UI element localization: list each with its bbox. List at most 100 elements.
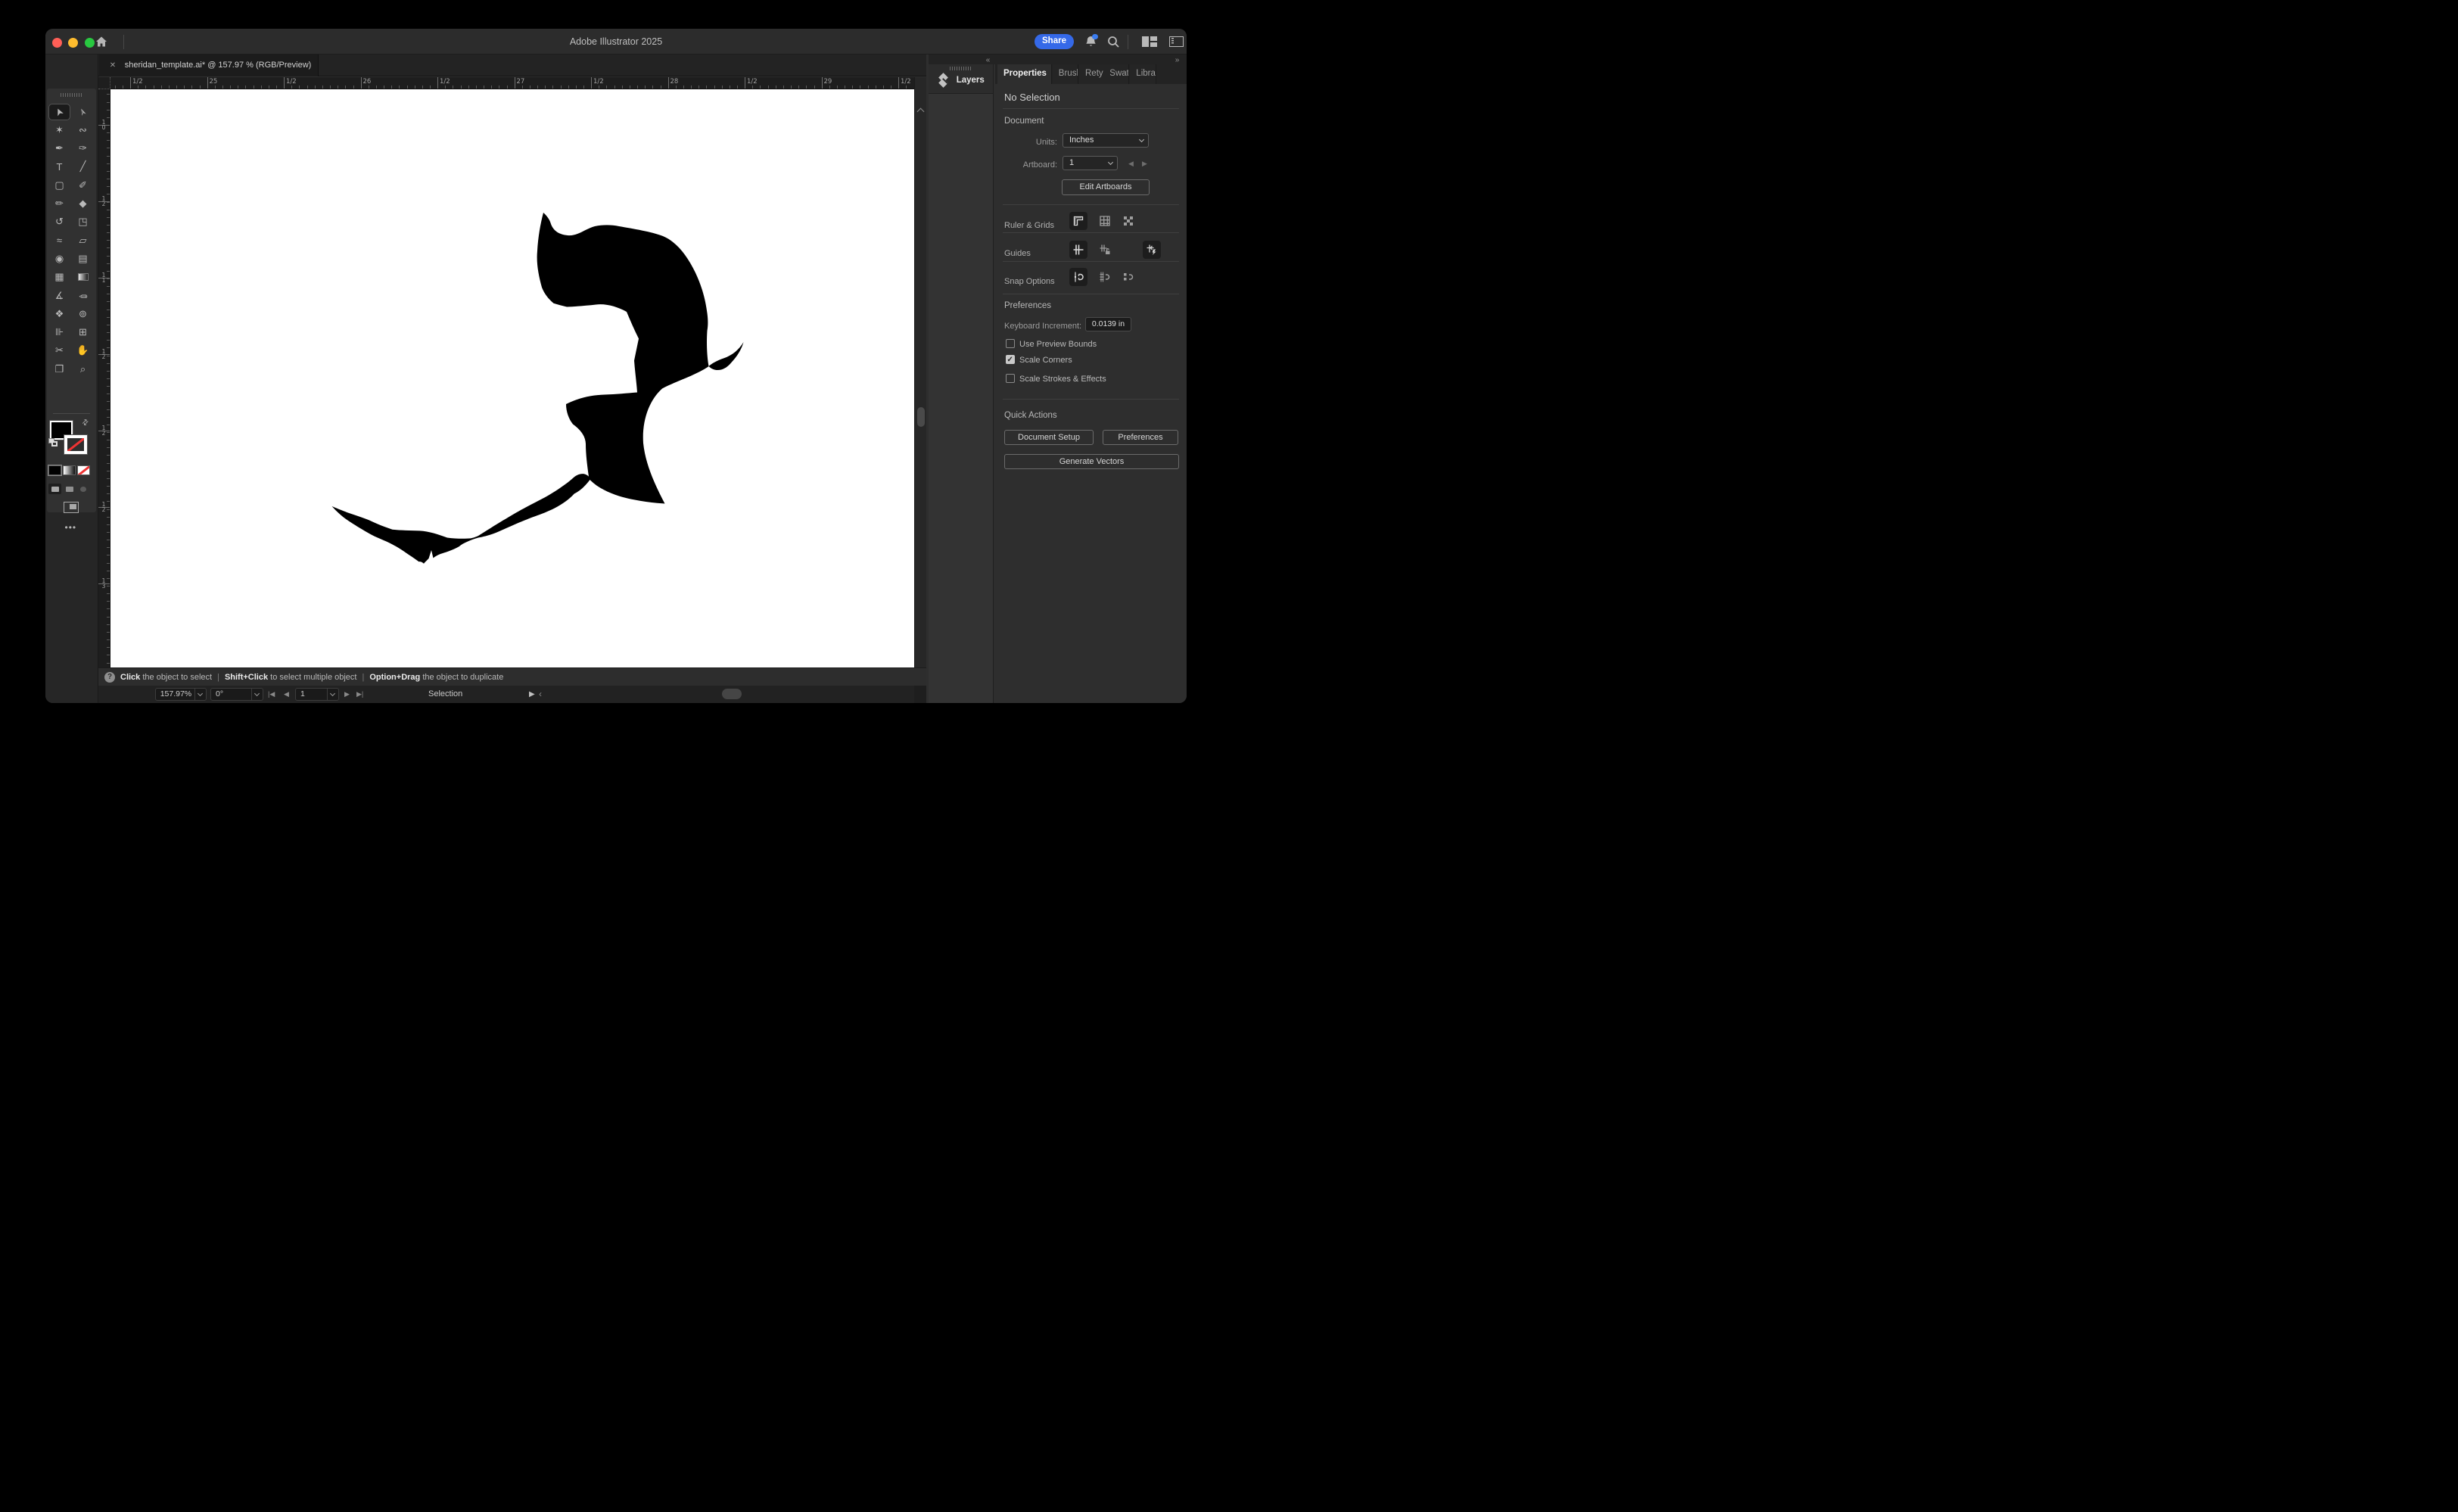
tab-properties[interactable]: Properties [997,64,1052,84]
show-rulers-button[interactable] [1069,212,1087,230]
draw-behind-button[interactable] [63,484,76,494]
checkbox-scale-strokes-effects[interactable] [1006,374,1015,383]
gradient-tool[interactable] [72,269,94,285]
artboard-tool[interactable]: ⊞ [72,324,94,341]
zoom-level-select[interactable]: 157.97% [155,688,207,701]
column-graph-tool[interactable]: ⊪ [48,324,70,341]
none-fill-button[interactable] [77,465,90,475]
ruler-origin-corner[interactable] [98,77,110,89]
mesh-tool[interactable]: ▦ [48,269,70,285]
zoom-tool[interactable]: ⌕ [72,361,94,378]
snap-to-point-button[interactable] [1069,268,1087,286]
toolbar-drag-handle[interactable] [61,93,83,97]
default-fill-stroke-icon[interactable] [48,438,59,447]
selection-tool[interactable]: ➤ [48,104,70,120]
magic-wand-tool[interactable]: ✶ [48,122,70,138]
pencil-tool[interactable]: ✏ [48,195,70,212]
artboard-canvas[interactable] [110,89,914,668]
curvature-tool[interactable]: ✑ [72,140,94,157]
next-artboard-button[interactable]: ▶ [344,686,350,703]
slice-tool[interactable]: ✂ [48,342,70,359]
help-icon[interactable]: ? [104,672,115,683]
last-artboard-button[interactable]: ▶| [356,686,363,703]
scroll-left-icon[interactable]: ‹ [539,686,542,703]
rectangle-tool[interactable]: ▢ [48,177,70,194]
smart-guides-button[interactable] [1143,241,1161,259]
document-tab[interactable]: ✕ sheridan_template.ai* @ 157.97 % (RGB/… [99,54,319,77]
collapse-dock-left-icon[interactable]: « [986,56,990,64]
zoom-level-chevron-icon[interactable] [194,689,206,700]
generate-vectors-button[interactable]: Generate Vectors [1004,454,1179,469]
width-tool[interactable]: ≈ [48,232,70,249]
rotation-select[interactable]: 0° [210,688,263,701]
expand-dock-icon[interactable]: » [1175,56,1179,64]
show-grid-button[interactable] [1096,212,1114,230]
lock-guides-button[interactable] [1096,241,1114,259]
panel-toggle-icon[interactable] [1169,36,1184,47]
paintbrush-tool[interactable]: ✐ [72,177,94,194]
print-tiling-tool[interactable]: ❐ [48,361,70,378]
artboard-chevron-icon[interactable] [327,689,338,700]
artboard-select[interactable]: 1 [1063,156,1118,170]
swap-fill-stroke-icon[interactable]: ⇄ [80,418,91,428]
show-transparency-grid-button[interactable] [1119,212,1137,230]
layers-drag-handle[interactable] [950,67,972,70]
checkbox-scale-corners[interactable]: ✓ [1006,355,1015,364]
share-button[interactable]: Share [1035,34,1074,49]
lasso-tool[interactable]: ∾ [72,122,94,138]
symbol-sprayer-tool[interactable]: ⊚ [72,306,94,322]
eyedropper-tool[interactable]: ✎ [72,288,94,304]
eraser-tool[interactable]: ◆ [72,195,94,212]
vertical-scrollbar[interactable] [914,77,927,686]
tab-swat[interactable]: Swat [1103,64,1129,84]
draw-inside-button[interactable] [77,484,90,494]
rotate-tool[interactable]: ↺ [48,213,70,230]
units-select[interactable]: Inches [1063,133,1149,148]
artboard-number-select[interactable]: 1 [295,688,339,701]
tab-brush[interactable]: Brush [1053,64,1078,84]
keyboard-increment-input[interactable]: 0.0139 in [1085,317,1131,331]
scale-tool[interactable]: ◳ [72,213,94,230]
scroll-up-icon[interactable] [917,107,925,115]
layers-panel-header[interactable]: Layers [929,64,993,94]
stroke-color-swatch[interactable] [64,435,87,454]
blend-tool[interactable]: ❖ [48,306,70,322]
workspace-switcher-icon[interactable] [1142,36,1157,47]
vertical-scroll-thumb[interactable] [917,407,925,427]
perspective-grid-tool[interactable]: ▤ [72,250,94,267]
draw-normal-button[interactable] [48,484,61,494]
change-screen-mode-button[interactable] [64,502,79,513]
document-setup-button[interactable]: Document Setup [1004,430,1094,445]
hand-tool[interactable]: ✋ [72,342,94,359]
type-tool[interactable]: T [48,158,70,175]
previous-artboard-mini-button[interactable]: ◀ [1128,160,1134,168]
status-play-icon[interactable]: ▶ [529,686,535,703]
artwork-shape[interactable] [332,213,744,564]
preferences-button[interactable]: Preferences [1103,430,1178,445]
shape-builder-tool[interactable]: ◉ [48,250,70,267]
next-artboard-mini-button[interactable]: ▶ [1142,160,1147,168]
edit-toolbar-button[interactable]: ••• [65,522,77,533]
tab-libra[interactable]: Libra [1130,64,1156,84]
first-artboard-button[interactable]: |◀ [268,686,275,703]
snap-to-grid-button[interactable] [1096,268,1114,286]
horizontal-scroll-thumb[interactable] [722,689,742,699]
shear-tool[interactable]: ∡ [48,288,70,304]
color-fill-button[interactable] [48,465,61,475]
show-guides-button[interactable] [1069,241,1087,259]
free-transform-tool[interactable]: ▱ [72,232,94,249]
pen-tool[interactable]: ✒ [48,140,70,157]
line-segment-tool[interactable]: ╱ [72,158,94,175]
checkbox-use-preview-bounds[interactable] [1006,339,1015,348]
snap-to-pixel-button[interactable] [1119,268,1137,286]
search-icon[interactable] [1107,36,1120,48]
edit-artboards-button[interactable]: Edit Artboards [1062,179,1150,195]
close-tab-icon[interactable]: ✕ [110,61,116,70]
vertical-ruler[interactable]: 10121112121213 [98,89,110,668]
previous-artboard-button[interactable]: ◀ [284,686,289,703]
horizontal-ruler[interactable]: 1/2251/2261/2271/2281/2291/2 [110,77,914,89]
rotation-chevron-icon[interactable] [251,689,263,700]
gradient-fill-button[interactable] [63,465,76,475]
tab-retyp[interactable]: Retyp [1079,64,1105,84]
direct-selection-tool[interactable]: ➢ [72,104,94,120]
